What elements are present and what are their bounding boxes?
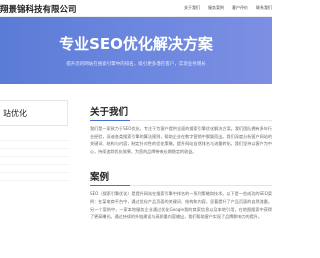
sidebar-item[interactable] (0, 149, 68, 157)
hero-banner: 专业SEO优化解决方案 提升您的网站在搜索引擎中的排名，吸引更多潜在客户，实现业… (0, 17, 272, 84)
sidebar-item[interactable] (0, 133, 68, 141)
sidebar-item[interactable] (0, 165, 68, 173)
nav-item-reviews[interactable]: 客户评价 (232, 5, 248, 11)
nav-item-about[interactable]: 关于我们 (184, 5, 200, 11)
hero-title: 专业SEO优化解决方案 (59, 35, 213, 53)
about-section-title: 关于我们 (90, 104, 272, 121)
about-paragraph: 我们是一家致力于SEO优化，专注于为客户提供全面的搜索引擎优化解决方案。我们团队… (90, 126, 272, 154)
sidebar-item[interactable] (0, 173, 68, 181)
main-nav: 关于我们 服务案例 客户评价 联系我们 (176, 5, 272, 11)
site-brand[interactable]: 翔景锦科技有限公司 (0, 3, 77, 15)
sidebar-title: 站优化 (3, 109, 27, 118)
nav-item-cases[interactable]: 服务案例 (208, 5, 224, 11)
sidebar-card: 站优化 (0, 100, 68, 126)
nav-item-contact[interactable]: 联系我们 (256, 5, 272, 11)
hero-subtitle: 提升您的网站在搜索引擎中的排名，吸引更多潜在客户，实现业务增长 (66, 62, 206, 67)
sidebar-list (0, 133, 68, 181)
top-navigation-bar: 翔景锦科技有限公司 关于我们 服务案例 客户评价 联系我们 (0, 0, 272, 17)
main-content: 关于我们 我们是一家致力于SEO优化，专注于为客户提供全面的搜索引擎优化解决方案… (90, 104, 272, 221)
sidebar-item[interactable] (0, 141, 68, 149)
cases-section-title: 案例 (90, 169, 272, 187)
cases-paragraph: SEO（搜索引擎优化）是提升网站在搜索引擎中排名的一系列策略和技术。以下是一些成… (90, 191, 272, 220)
sidebar-item[interactable] (0, 157, 68, 165)
